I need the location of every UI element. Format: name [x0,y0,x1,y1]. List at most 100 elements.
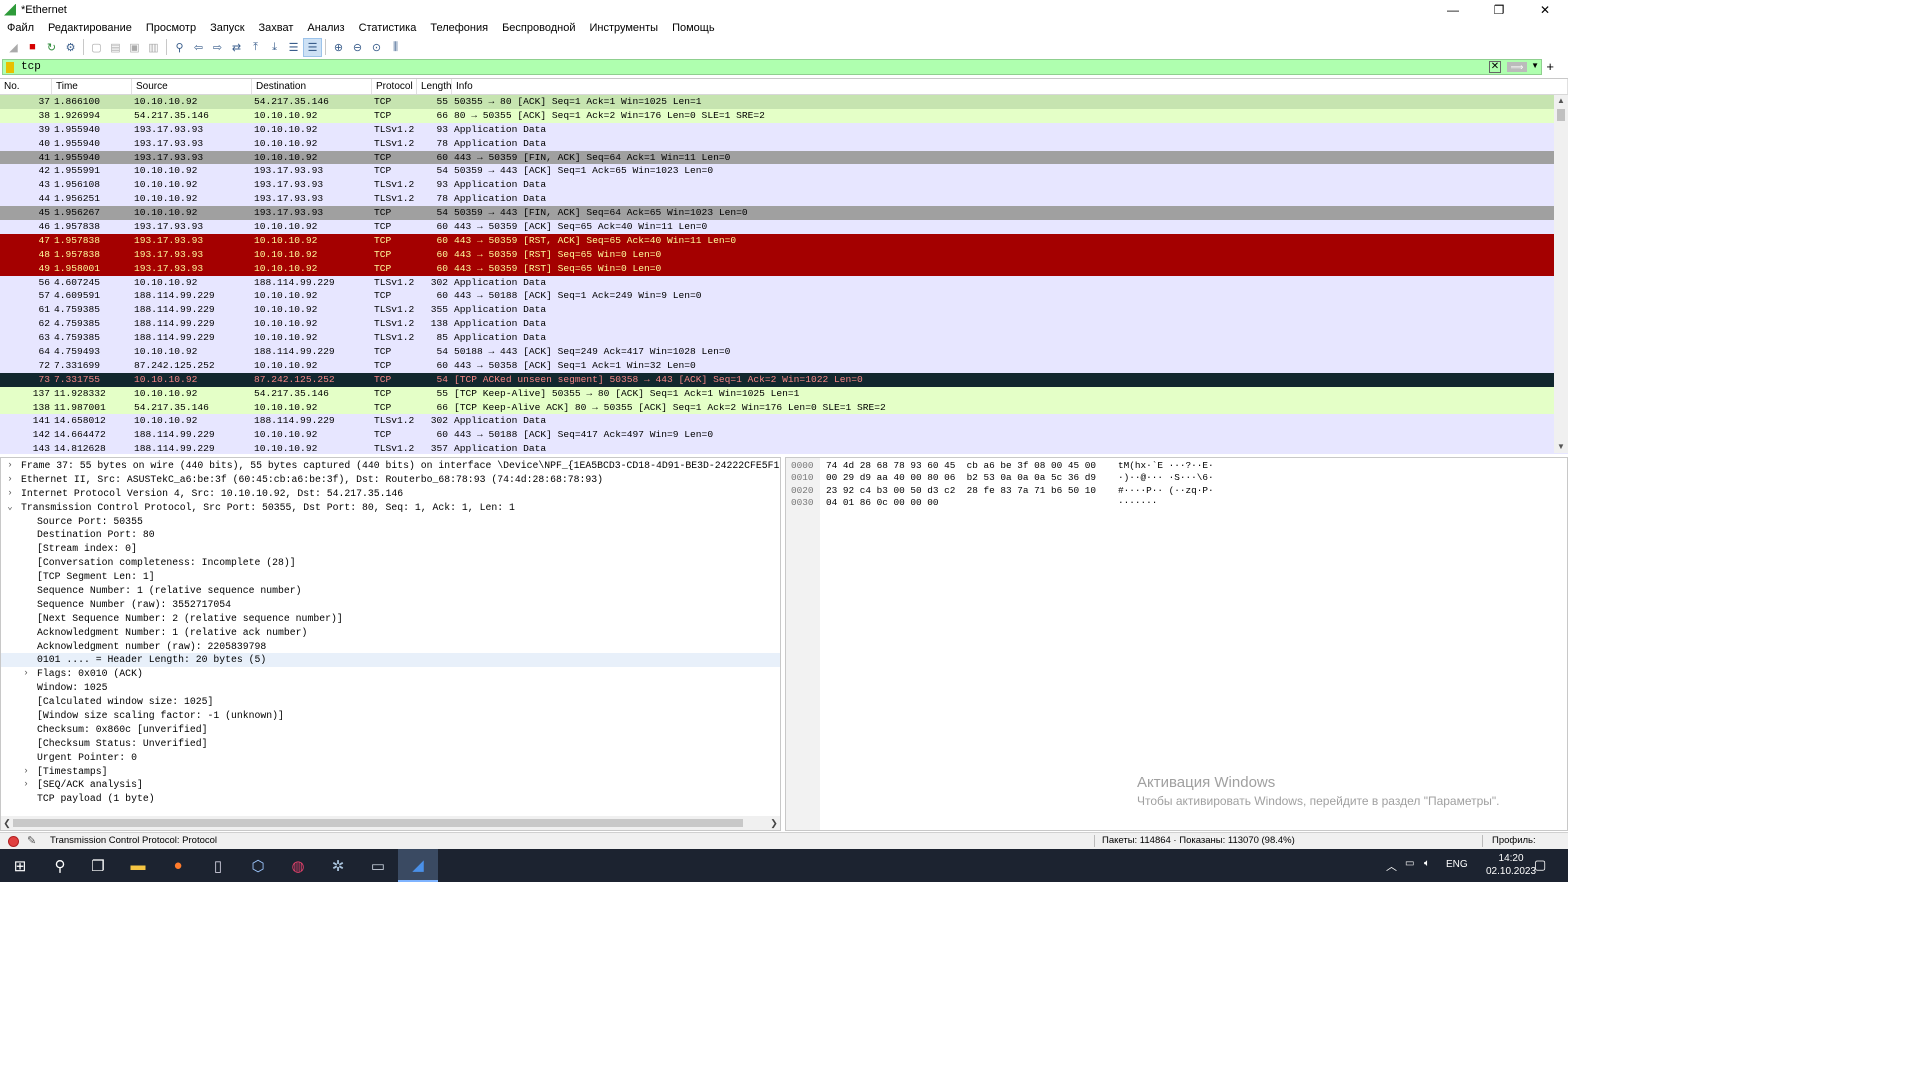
detail-tree-item[interactable]: Urgent Pointer: 0 [1,751,780,765]
wireshark-taskbar-icon[interactable]: ◢ [398,849,438,882]
table-row[interactable]: 61 4.759385 188.114.99.229 10.10.10.92 TLSv1… [0,303,1568,318]
table-row[interactable]: 46 1.957838 193.17.93.93 10.10.10.92 TCP 60 44… [0,220,1568,234]
table-row[interactable]: 73 7.331755 10.10.10.92 87.242.125.252 TCP 54… [0,372,1568,387]
packet-list-scrollbar[interactable]: ▲ ▼ [1554,95,1568,453]
table-row[interactable]: 137 11.928332 10.10.10.92 54.217.35.146 TCP 5… [0,386,1568,401]
network-icon[interactable]: ▭ [1405,858,1414,869]
table-row[interactable]: 48 1.957838 193.17.93.93 10.10.10.92 TCP 60 44… [0,247,1568,262]
chevron-down-icon[interactable]: ▼ [1531,61,1539,70]
scroll-right-icon[interactable]: ❯ [768,816,780,830]
table-row[interactable]: 138 11.987001 54.217.35.146 10.10.10.92 TCP 6… [0,400,1568,415]
menu-file[interactable]: Файл [0,22,41,34]
close-file-icon[interactable]: ▣ [125,38,144,57]
detail-tree-item[interactable]: [TCP Segment Len: 1] [1,570,780,584]
table-row[interactable]: 143 14.812628 188.114.99.229 10.10.10.92 TLS… [0,442,1568,454]
table-row[interactable]: 142 14.664472 188.114.99.229 10.10.10.92 TCP… [0,428,1568,443]
chevron-right-icon[interactable]: › [5,473,15,487]
table-row[interactable]: 37 1.866100 10.10.10.92 54.217.35.146 TCP 55 5… [0,95,1568,109]
chevron-up-icon[interactable]: ︿ [1386,858,1397,874]
detail-tree-item[interactable]: [Stream index: 0] [1,542,780,556]
detail-tree-item[interactable]: › Internet Protocol Version 4, Src: 10.10… [1,487,780,501]
chevron-right-icon[interactable]: › [5,459,15,473]
find-packet-icon[interactable]: ⚲ [170,38,189,57]
edit-comment-icon[interactable]: ✎ [27,833,36,849]
chevron-right-icon[interactable]: › [21,667,31,681]
go-back-icon[interactable]: ⇦ [189,38,208,57]
detail-tree-item[interactable]: › [SEQ/ACK analysis] [1,778,780,792]
firefox-icon[interactable]: ● [158,849,198,882]
detail-tree-item[interactable]: [Next Sequence Number: 2 (relative seque… [1,612,780,626]
bookmark-icon[interactable] [6,62,14,73]
table-row[interactable]: 64 4.759493 10.10.10.92 188.114.99.229 TCP 54… [0,345,1568,359]
open-file-icon[interactable]: ▢ [87,38,106,57]
menu-view[interactable]: Просмотр [139,22,203,34]
chevron-right-icon[interactable]: › [21,765,31,779]
first-packet-icon[interactable]: ⤒ [246,38,265,57]
file-explorer-icon[interactable]: ▬ [118,849,158,882]
notifications-icon[interactable]: ▢ [1534,857,1546,873]
menu-statistics[interactable]: Статистика [352,22,424,34]
detail-tree-item[interactable]: Window: 1025 [1,681,780,695]
save-file-icon[interactable]: ▤ [106,38,125,57]
start-capture-icon[interactable]: ◢ [4,38,23,57]
detail-tree-item[interactable]: › Frame 37: 55 bytes on wire (440 bits), … [1,459,780,473]
detail-tree-item[interactable]: [Window size scaling factor: -1 (unknown… [1,709,780,723]
column-header-info[interactable]: Info [452,79,1568,94]
menu-go[interactable]: Запуск [203,22,251,34]
reload-file-icon[interactable]: ▥ [144,38,163,57]
detail-tree-item[interactable]: › Ethernet II, Src: ASUSTekC_a6:be:3f (60… [1,473,780,487]
settings-app-icon[interactable]: ✲ [318,849,358,882]
table-row[interactable]: 63 4.759385 188.114.99.229 10.10.10.92 TLSv1… [0,331,1568,346]
colorize-icon[interactable]: ☰ [303,37,322,57]
display-filter-input[interactable] [21,60,1471,74]
close-button[interactable]: ✕ [1522,0,1568,19]
table-row[interactable]: 57 4.609591 188.114.99.229 10.10.10.92 TCP 60… [0,289,1568,304]
last-packet-icon[interactable]: ⤓ [265,38,284,57]
chevron-right-icon[interactable]: › [21,778,31,792]
go-to-packet-icon[interactable]: ⇄ [227,38,246,57]
table-row[interactable]: 40 1.955940 193.17.93.93 10.10.10.92 TLSv1.2… [0,136,1568,151]
add-filter-button-icon[interactable]: + [1546,59,1554,74]
menu-wireless[interactable]: Беспроводной [495,22,582,34]
scroll-up-icon[interactable]: ▲ [1554,95,1568,107]
table-row[interactable]: 141 14.658012 10.10.10.92 188.114.99.229 TLS… [0,414,1568,429]
detail-tree-item[interactable]: Acknowledgment number (raw): 2205839798 [1,640,780,654]
h-scrollbar-thumb[interactable] [13,819,743,827]
detail-tree-item[interactable]: Sequence Number (raw): 3552717054 [1,598,780,612]
chevron-down-icon[interactable]: ⌄ [5,501,15,515]
hex-row[interactable]: 0020 23 92 c4 b3 00 50 d3 c2 28 fe 83 7a … [786,485,1566,497]
zoom-in-icon[interactable]: ⊕ [329,38,348,57]
table-row[interactable]: 42 1.955991 10.10.10.92 193.17.93.93 TCP 54 50… [0,164,1568,179]
task-view-icon[interactable]: ❐ [78,849,118,882]
search-icon[interactable]: ⚲ [40,849,80,882]
table-row[interactable]: 39 1.955940 193.17.93.93 10.10.10.92 TLSv1.2… [0,122,1568,137]
details-h-scrollbar[interactable]: ❮ ❯ [1,816,780,830]
hex-row[interactable]: 0000 74 4d 28 68 78 93 60 45 cb a6 be 3f … [786,460,1566,472]
menu-tools[interactable]: Инструменты [582,22,665,34]
hex-row[interactable]: 0010 00 29 d9 aa 40 00 80 06 b2 53 0a 0a … [786,472,1566,484]
detail-tree-item[interactable]: [Calculated window size: 1025] [1,695,780,709]
apply-filter-icon[interactable]: ⟹ [1507,62,1527,72]
detail-tree-item[interactable]: Checksum: 0x860c [unverified] [1,723,780,737]
stop-capture-icon[interactable]: ■ [23,38,42,57]
table-row[interactable]: 45 1.956267 10.10.10.92 193.17.93.93 TCP 54 50… [0,206,1568,221]
detail-tree-item[interactable]: Source Port: 50355 [1,515,780,529]
detail-tree-item[interactable]: Destination Port: 80 [1,528,780,542]
table-row[interactable]: 43 1.956108 10.10.10.92 193.17.93.93 TLSv1.2… [0,178,1568,193]
zoom-out-icon[interactable]: ⊖ [348,38,367,57]
menu-help[interactable]: Помощь [665,22,722,34]
scrollbar-thumb[interactable] [1557,109,1565,121]
table-row[interactable]: 56 4.607245 10.10.10.92 188.114.99.229 TLSv1… [0,275,1568,290]
table-row[interactable]: 41 1.955940 193.17.93.93 10.10.10.92 TCP 60 44… [0,150,1568,165]
language-indicator[interactable]: ENG [1446,859,1468,870]
auto-scroll-icon[interactable]: ☰ [284,38,303,57]
terminal-app-icon[interactable]: ▭ [358,849,398,882]
column-header-protocol[interactable]: Protocol [372,79,417,94]
detail-tree-item[interactable]: [Conversation completeness: Incomplete (… [1,556,780,570]
scroll-down-icon[interactable]: ▼ [1554,441,1568,453]
column-header-destination[interactable]: Destination [252,79,372,94]
go-forward-icon[interactable]: ⇨ [208,38,227,57]
table-row[interactable]: 44 1.956251 10.10.10.92 193.17.93.93 TLSv1.2… [0,192,1568,207]
expert-info-icon[interactable] [8,836,19,847]
table-row[interactable]: 72 7.331699 87.242.125.252 10.10.10.92 TCP 60… [0,358,1568,373]
